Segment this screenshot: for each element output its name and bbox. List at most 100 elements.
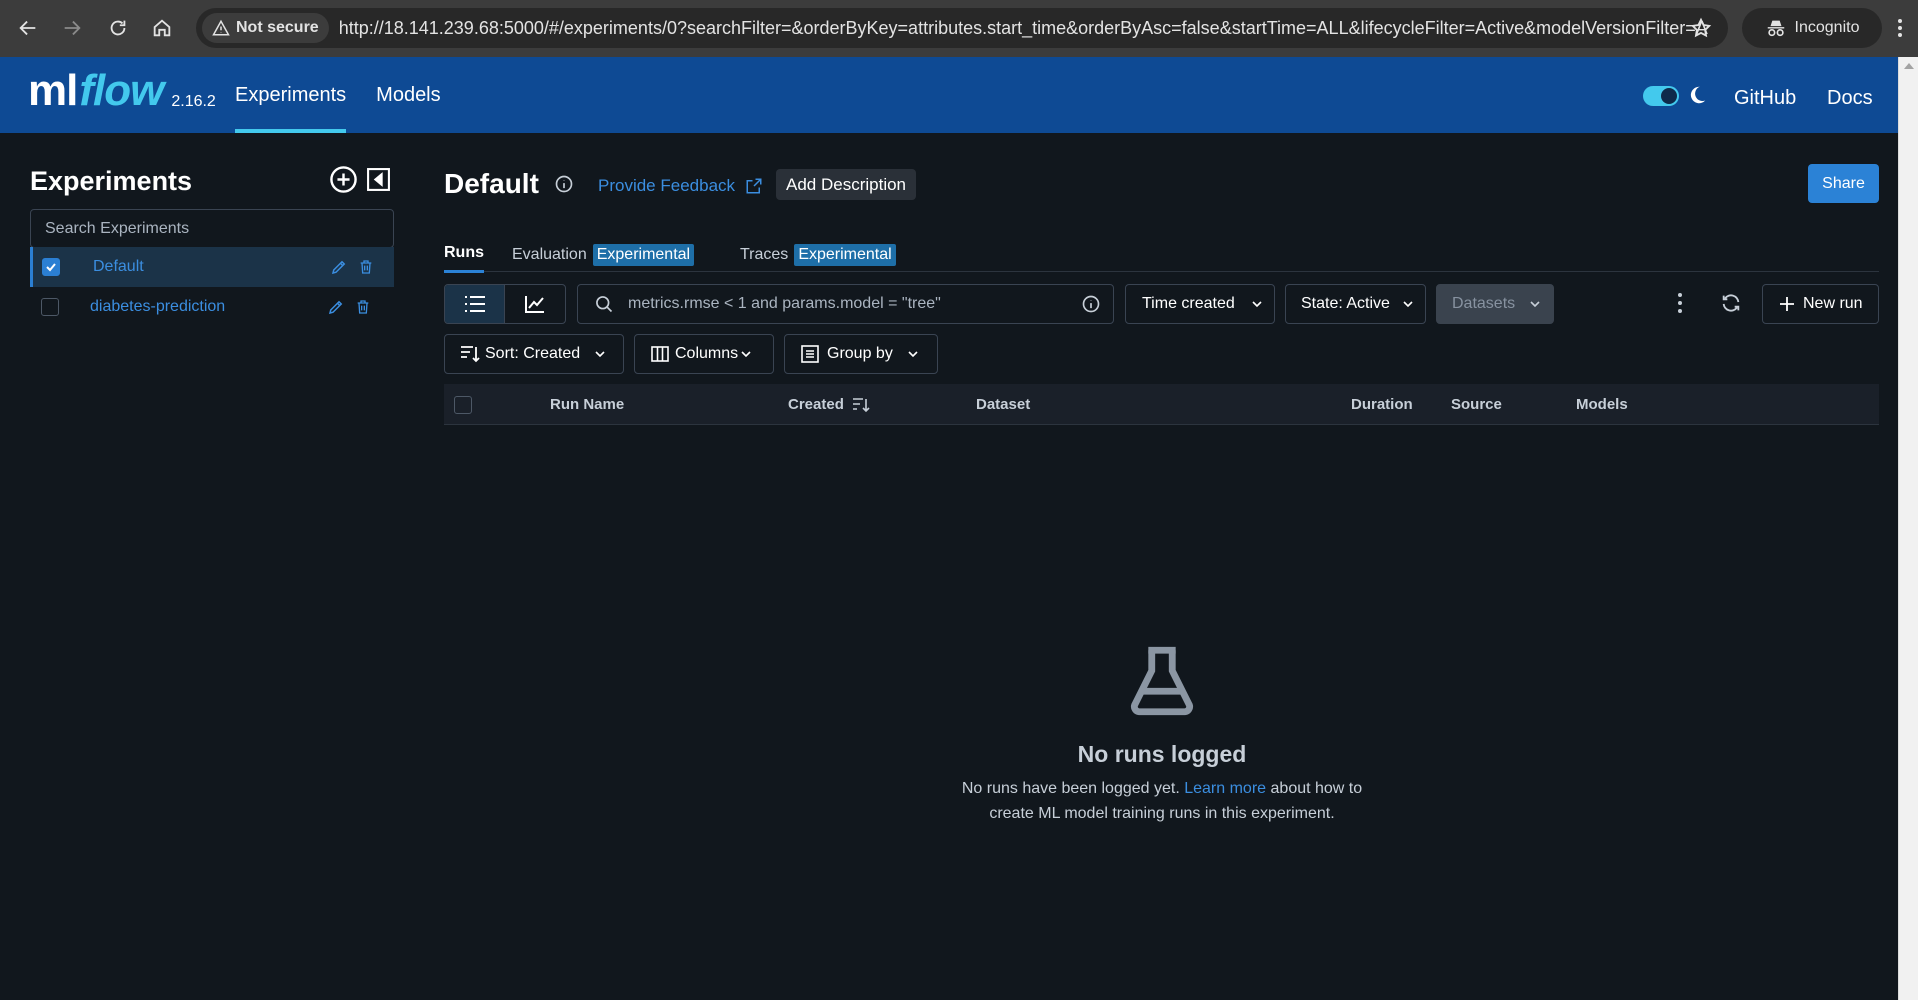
logo-flow: flow bbox=[79, 66, 164, 115]
empty-desc-before: No runs have been logged yet. bbox=[961, 780, 1180, 797]
table-view-button[interactable] bbox=[445, 285, 506, 323]
experiment-checkbox[interactable] bbox=[42, 258, 60, 276]
experimental-tag: Experimental bbox=[794, 244, 896, 266]
empty-state-description: No runs have been logged yet. Learn more… bbox=[944, 776, 1380, 826]
empty-desc-after2: create ML model training runs in this ex… bbox=[989, 805, 1335, 822]
search-icon bbox=[596, 296, 613, 313]
empty-state-title: No runs logged bbox=[1077, 741, 1247, 767]
docs-link[interactable]: Docs bbox=[1827, 87, 1873, 110]
version-label: 2.16.2 bbox=[171, 93, 216, 110]
new-run-button[interactable]: New run bbox=[1762, 284, 1879, 324]
incognito-badge[interactable]: Incognito bbox=[1742, 8, 1882, 48]
column-source[interactable]: Source bbox=[1451, 396, 1502, 413]
column-models[interactable]: Models bbox=[1576, 396, 1628, 413]
column-duration[interactable]: Duration bbox=[1351, 396, 1413, 413]
sidebar-title: Experiments bbox=[30, 166, 193, 196]
column-dataset[interactable]: Dataset bbox=[976, 396, 1030, 413]
list-icon bbox=[464, 296, 485, 312]
collapse-sidebar-icon[interactable] bbox=[366, 167, 391, 192]
sort-icon bbox=[461, 346, 480, 363]
edit-icon[interactable] bbox=[327, 298, 345, 316]
info-icon[interactable] bbox=[554, 174, 574, 194]
external-link-icon bbox=[746, 178, 762, 194]
chevron-down-icon bbox=[1403, 301, 1413, 308]
delete-icon[interactable] bbox=[355, 299, 371, 315]
state-filter-dropdown[interactable]: State: Active bbox=[1285, 284, 1426, 324]
experiment-row-default[interactable]: Default bbox=[30, 247, 394, 287]
back-icon[interactable] bbox=[6, 6, 50, 50]
tab-runs[interactable]: Runs bbox=[444, 244, 484, 273]
home-icon[interactable] bbox=[140, 6, 184, 50]
group-by-dropdown[interactable]: Group by bbox=[784, 334, 938, 374]
sort-dropdown[interactable]: Sort: Created bbox=[444, 334, 624, 374]
group-by-icon bbox=[801, 345, 819, 363]
experiment-name[interactable]: diabetes-prediction bbox=[90, 298, 225, 316]
new-run-label: New run bbox=[1803, 295, 1863, 312]
experiment-tabs: Runs Evaluation Experimental Traces Experi… bbox=[444, 236, 1879, 273]
experimental-tag: Experimental bbox=[592, 244, 695, 266]
provide-feedback-link[interactable]: Provide Feedback bbox=[598, 176, 763, 196]
tab-label: Runs bbox=[444, 244, 484, 261]
forward-icon[interactable] bbox=[50, 6, 94, 50]
edit-icon[interactable] bbox=[330, 258, 348, 276]
dark-mode-toggle[interactable] bbox=[1643, 86, 1679, 106]
experiment-row-diabetes[interactable]: diabetes-prediction bbox=[30, 287, 394, 327]
incognito-label: Incognito bbox=[1794, 19, 1860, 36]
datasets-label: Datasets bbox=[1452, 295, 1516, 312]
security-chip[interactable]: Not secure bbox=[202, 13, 329, 43]
github-link[interactable]: GitHub bbox=[1734, 87, 1796, 110]
security-label: Not secure bbox=[236, 19, 319, 36]
chevron-down-icon bbox=[741, 351, 751, 358]
search-info-icon[interactable] bbox=[1081, 294, 1101, 314]
runs-search-input[interactable]: metrics.rmse < 1 and params.model = "tre… bbox=[577, 284, 1114, 324]
runs-table-header: Run Name Created Dataset Duration Source… bbox=[444, 384, 1879, 425]
columns-label: Columns bbox=[675, 345, 739, 362]
beaker-icon bbox=[1130, 646, 1194, 716]
chevron-down-icon bbox=[595, 351, 605, 358]
search-experiments-input[interactable]: Search Experiments bbox=[30, 209, 394, 248]
column-run-name[interactable]: Run Name bbox=[550, 396, 624, 413]
browser-toolbar: Not secure http://18.141.239.68:5000/#/e… bbox=[0, 0, 1918, 57]
column-created[interactable]: Created bbox=[788, 396, 844, 413]
nav-experiments[interactable]: Experiments bbox=[235, 57, 347, 133]
learn-more-link[interactable]: Learn more bbox=[1184, 780, 1266, 797]
create-experiment-icon[interactable] bbox=[329, 165, 358, 194]
tab-label: Traces bbox=[740, 246, 789, 263]
browser-menu-icon[interactable] bbox=[1882, 8, 1918, 48]
experiment-name[interactable]: Default bbox=[93, 258, 144, 276]
scroll-up-arrow[interactable] bbox=[1904, 63, 1914, 69]
columns-icon bbox=[651, 346, 669, 362]
url-text[interactable]: http://18.141.239.68:5000/#/experiments/… bbox=[339, 18, 1709, 39]
bookmark-star-icon[interactable] bbox=[1690, 17, 1712, 39]
datasets-dropdown[interactable]: Datasets bbox=[1436, 284, 1554, 324]
runs-search-placeholder: metrics.rmse < 1 and params.model = "tre… bbox=[628, 295, 941, 312]
delete-icon[interactable] bbox=[358, 259, 374, 275]
state-filter-label: State: Active bbox=[1301, 295, 1390, 312]
toggle-knob bbox=[1661, 88, 1677, 104]
refresh-icon[interactable] bbox=[1720, 292, 1742, 314]
tab-traces[interactable]: Traces Experimental bbox=[740, 244, 896, 266]
experiment-title: Default bbox=[444, 168, 539, 199]
empty-desc-after1: about how to bbox=[1270, 780, 1363, 797]
chart-view-button[interactable] bbox=[505, 285, 565, 323]
tab-evaluation[interactable]: Evaluation Experimental bbox=[512, 244, 695, 266]
sort-descending-icon[interactable] bbox=[851, 396, 871, 414]
more-options-icon[interactable] bbox=[1677, 292, 1683, 314]
app-header: ml flow 2.16.2 Experiments Models GitHub… bbox=[0, 57, 1898, 133]
address-bar[interactable]: Not secure http://18.141.239.68:5000/#/e… bbox=[196, 8, 1728, 48]
share-button[interactable]: Share bbox=[1808, 164, 1879, 203]
mlflow-logo[interactable]: ml flow 2.16.2 bbox=[28, 69, 216, 113]
nav-models[interactable]: Models bbox=[376, 57, 440, 133]
chevron-down-icon bbox=[1252, 301, 1262, 308]
page-scrollbar[interactable] bbox=[1898, 57, 1918, 1000]
warning-icon bbox=[212, 19, 230, 36]
empty-state: No runs logged No runs have been logged … bbox=[944, 640, 1380, 826]
reload-icon[interactable] bbox=[96, 6, 140, 50]
moon-icon bbox=[1690, 86, 1706, 104]
time-created-dropdown[interactable]: Time created bbox=[1125, 284, 1275, 324]
select-all-checkbox[interactable] bbox=[454, 396, 472, 414]
add-description-button[interactable]: Add Description bbox=[776, 169, 917, 200]
experiment-checkbox[interactable] bbox=[41, 298, 59, 316]
tab-label: Evaluation bbox=[512, 246, 587, 263]
columns-dropdown[interactable]: Columns bbox=[634, 334, 774, 374]
